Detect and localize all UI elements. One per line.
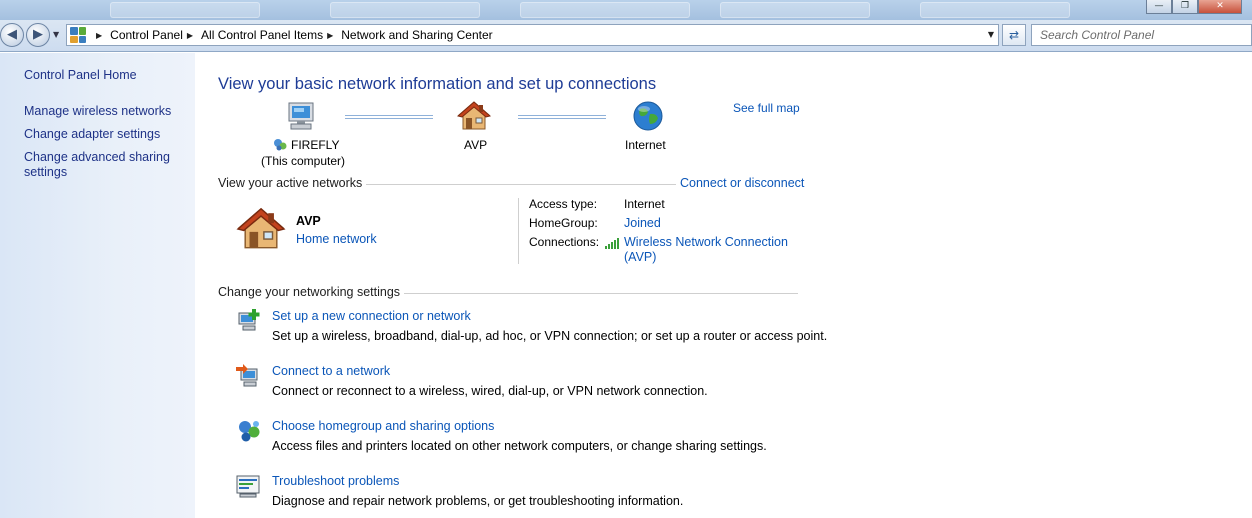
background-window-tab: [110, 2, 260, 18]
task-setup-connection-link[interactable]: Set up a new connection or network: [272, 309, 471, 323]
task-troubleshoot-desc: Diagnose and repair network problems, or…: [272, 494, 684, 508]
troubleshoot-icon: [236, 475, 260, 498]
breadcrumb-network-sharing[interactable]: Network and Sharing Center: [341, 28, 492, 42]
vertical-divider: [518, 198, 519, 264]
map-internet: Internet: [625, 138, 666, 152]
homegroup-joined-link[interactable]: Joined: [624, 216, 661, 230]
forward-button[interactable]: ▶: [26, 23, 50, 47]
sidebar-item-manage-wireless[interactable]: Manage wireless networks: [24, 104, 171, 119]
home-network-icon[interactable]: [457, 100, 491, 132]
page-title: View your basic network information and …: [218, 75, 657, 93]
sidebar-item-adapter-settings[interactable]: Change adapter settings: [24, 127, 160, 142]
breadcrumb-all-items[interactable]: All Control Panel Items: [201, 28, 323, 42]
change-settings-title: Change your networking settings: [218, 285, 405, 299]
map-connection-line: [345, 115, 433, 119]
refresh-button[interactable]: ⇄: [1002, 24, 1026, 46]
window-title-bar: — ❐ ✕: [0, 0, 1252, 20]
breadcrumb-control-panel[interactable]: Control Panel: [110, 28, 183, 42]
connect-network-icon: [236, 364, 258, 387]
background-window-tab: [520, 2, 690, 18]
close-button[interactable]: ✕: [1198, 0, 1242, 14]
homegroup-icon: [239, 421, 260, 442]
control-panel-icon: [70, 27, 86, 43]
map-computer-sub: (This computer): [261, 154, 346, 168]
chevron-right-icon[interactable]: ▶: [187, 31, 193, 40]
map-network-name: AVP: [464, 138, 488, 152]
internet-globe-icon[interactable]: [632, 100, 664, 132]
address-history-dropdown-icon[interactable]: ▼: [988, 30, 994, 39]
new-connection-icon: [238, 309, 260, 331]
minimize-button[interactable]: —: [1146, 0, 1172, 14]
connections-label: Connections:: [529, 235, 600, 249]
background-window-tab: [920, 2, 1070, 18]
network-status-icon: [274, 139, 287, 151]
chevron-right-icon[interactable]: ▶: [96, 31, 102, 40]
task-homegroup-link[interactable]: Choose homegroup and sharing options: [272, 419, 494, 433]
wireless-connection-ssid[interactable]: (AVP): [624, 250, 656, 264]
access-type-label: Access type:: [529, 197, 598, 211]
task-troubleshoot-link[interactable]: Troubleshoot problems: [272, 474, 399, 488]
task-pane: Control Panel Home Manage wireless netwo…: [0, 53, 195, 518]
wireless-connection-link[interactable]: Wireless Network Connection: [624, 235, 788, 249]
see-full-map-link[interactable]: See full map: [733, 101, 800, 115]
restore-button[interactable]: ❐: [1172, 0, 1198, 14]
search-input[interactable]: [1032, 25, 1251, 45]
main-content: View your basic network information and …: [195, 53, 1252, 518]
sidebar-item-advanced-sharing[interactable]: Change advanced sharing settings: [24, 150, 174, 180]
control-panel-home-link[interactable]: Control Panel Home: [24, 68, 137, 83]
navigation-bar: ◀ ▶ ▼ ▶ Control Panel ▶ All Control Pane…: [0, 20, 1252, 52]
background-window-tab: [330, 2, 480, 18]
active-network-name: AVP: [296, 214, 321, 228]
map-computer-name: FIREFLY: [291, 138, 340, 152]
search-box[interactable]: [1031, 24, 1252, 46]
window-controls: — ❐ ✕: [1146, 0, 1242, 14]
access-type-value: Internet: [624, 197, 665, 211]
connect-or-disconnect-link[interactable]: Connect or disconnect: [676, 176, 805, 190]
active-networks-title: View your active networks: [218, 176, 367, 190]
network-type-link[interactable]: Home network: [296, 232, 377, 246]
back-button[interactable]: ◀: [0, 23, 24, 47]
background-window-tab: [720, 2, 870, 18]
map-connection-line: [518, 115, 606, 119]
address-bar[interactable]: ▶ Control Panel ▶ All Control Panel Item…: [66, 24, 999, 46]
task-setup-connection-desc: Set up a wireless, broadband, dial-up, a…: [272, 329, 828, 343]
homegroup-label: HomeGroup:: [529, 216, 598, 230]
recent-pages-dropdown-icon[interactable]: ▼: [53, 30, 59, 39]
task-homegroup-desc: Access files and printers located on oth…: [272, 439, 767, 453]
task-connect-network-desc: Connect or reconnect to a wireless, wire…: [272, 384, 708, 398]
task-connect-network-link[interactable]: Connect to a network: [272, 364, 390, 378]
wireless-signal-icon: [605, 238, 619, 249]
computer-icon: [288, 102, 314, 130]
home-network-icon[interactable]: [236, 206, 286, 252]
chevron-right-icon[interactable]: ▶: [327, 31, 333, 40]
